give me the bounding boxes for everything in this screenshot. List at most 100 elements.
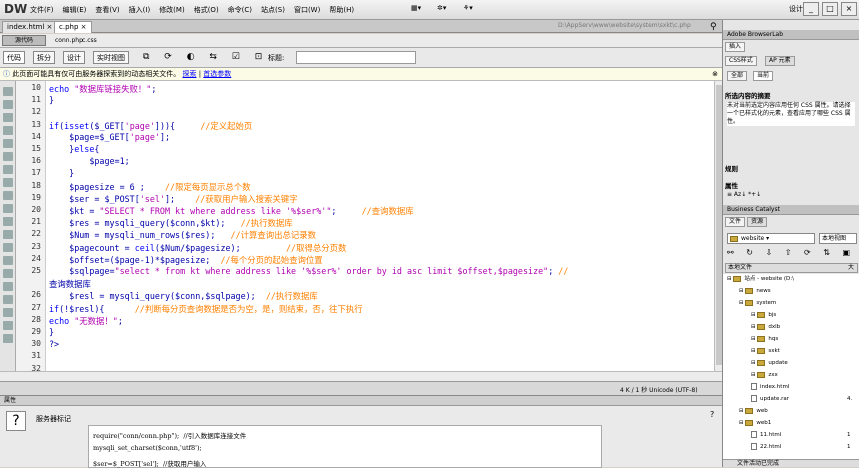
file-tree-item[interactable]: update.rar [751,394,789,404]
filter-icon[interactable]: ⚲ [710,22,717,32]
server-tag-code[interactable]: require("conn/conn.php"); //引入数据库连接文件 my… [88,425,602,468]
coding-tool-icon[interactable] [3,269,13,278]
minimize-button[interactable]: _ [803,2,819,16]
tab-index-html[interactable]: index.html × [2,21,58,33]
coding-tool-icon[interactable] [3,87,13,96]
site-icon[interactable]: ⚘▾ [463,4,473,12]
file-tree-item[interactable]: ⊟ news [739,286,771,296]
code-line[interactable]: $pagecount = ceil($Num/$pagesize); //取得总… [49,242,346,254]
help-circle-icon[interactable]: ? [710,410,714,419]
source-code-button[interactable]: 源代码 [2,35,46,46]
css-styles-tab[interactable]: CSS样式 [725,56,757,66]
discover-link[interactable]: 探索 [182,70,196,78]
file-tree-item[interactable]: ⊟ zxx [751,370,778,380]
split-view-button[interactable]: 拆分 [33,51,55,64]
code-view-button[interactable]: 代码 [3,51,25,64]
coding-tool-icon[interactable] [3,230,13,239]
code-line[interactable]: $offset=($page-1)*$pagesize; //每个分页的起始查询… [49,254,323,266]
close-icon[interactable]: ⊗ [712,68,718,80]
file-tree-item[interactable]: ⊟ web [739,406,768,416]
design-view-button[interactable]: 设计 [63,51,85,64]
layout-icon[interactable]: ▦▾ [411,4,421,12]
file-tree-item[interactable]: ⊟ hqs [751,334,778,344]
related-file-css[interactable]: c.css [82,37,97,44]
menu-item[interactable]: 文件(F) [30,5,54,15]
maximize-button[interactable]: □ [822,2,838,16]
coding-tool-icon[interactable] [3,152,13,161]
code-line[interactable]: 查询数据库 [49,278,91,290]
menu-item[interactable]: 格式(O) [194,5,219,15]
coding-tool-icon[interactable] [3,165,13,174]
toolbar-icons[interactable]: ⧉ ⟳ ◐ ⇆ ☑ ⊡ [143,52,268,62]
coding-tool-icon[interactable] [3,217,13,226]
menu-item[interactable]: 编辑(E) [63,5,87,15]
menu-item[interactable]: 插入(I) [129,5,151,15]
code-line[interactable]: $page=$_GET['page']; [49,132,170,142]
coding-tool-icon[interactable] [3,295,13,304]
browserlab-header[interactable]: Adobe BrowserLab [723,30,859,40]
code-line[interactable]: } [49,327,54,337]
view-select[interactable]: 本地视图 [819,233,857,244]
coding-tool-icon[interactable] [3,100,13,109]
file-tree-item[interactable]: ⊟ update [751,358,788,368]
coding-tool-icon[interactable] [3,113,13,122]
file-toolbar-icons[interactable]: ⚯ ↻ ⇩ ⇧ ⟳ ⇅ ▣ [727,248,855,257]
coding-tool-icon[interactable] [3,282,13,291]
code-line[interactable]: }else{ [49,144,99,154]
file-tree-item[interactable]: ⊟ system [739,298,776,308]
title-input[interactable] [296,51,416,64]
file-tree-item[interactable]: ⊟ 站点 - website (D:\ [727,274,794,284]
coding-tool-icon[interactable] [3,308,13,317]
code-line[interactable]: } [49,168,74,178]
code-line[interactable]: if(!$resl){ //判断每分页查询数据是否为空，是，则结束，否，往下执行 [49,303,363,315]
menu-item[interactable]: 修改(M) [159,5,185,15]
site-select[interactable]: website ▾ [727,233,815,244]
coding-tool-icon[interactable] [3,334,13,343]
code-line[interactable]: if(isset($_GET['page'])){ //定义起始页 [49,120,252,132]
coding-tool-icon[interactable] [3,204,13,213]
code-line[interactable]: $Num = mysqli_num_rows($res); //计算查询出总记录… [49,229,316,241]
file-tree-item[interactable]: 11.html [751,430,781,440]
help-icon[interactable]: ? [6,411,26,431]
coding-tool-icon[interactable] [3,321,13,330]
css-all-tab[interactable]: 全部 [727,71,748,81]
assets-tab[interactable]: 资源 [747,217,768,227]
horizontal-scrollbar[interactable] [0,371,722,381]
coding-tool-icon[interactable] [3,139,13,148]
files-tab[interactable]: 文件 [725,217,746,227]
coding-tool-icon[interactable] [3,256,13,265]
code-line[interactable]: $page=1; [49,156,129,166]
code-line[interactable]: } [49,95,54,105]
coding-tool-icon[interactable] [3,243,13,252]
preferences-link[interactable]: 首选参数 [203,70,231,78]
coding-tool-icon[interactable] [3,126,13,135]
file-tree-item[interactable]: ⊟ sxkt [751,346,780,356]
file-tree-item[interactable]: index.html [751,382,789,392]
code-line[interactable]: $sqlpage="select * from kt where address… [49,266,568,276]
code-line[interactable]: $kt = "SELECT * FROM kt where address li… [49,205,413,217]
ap-elements-tab[interactable]: AP 元素 [765,56,795,66]
gear-icon[interactable]: ✲▾ [437,4,446,12]
file-tree-item[interactable]: ⊟ dxlb [751,322,780,332]
menu-item[interactable]: 命令(C) [228,5,252,15]
business-catalyst-header[interactable]: Business Catalyst [723,205,859,215]
css-prop-icons[interactable]: ≡ Az↓ *+↓ [727,191,761,198]
code-line[interactable]: $ser = $_POST['sel']; //获取用户输入搜索关键字 [49,193,297,205]
vertical-scrollbar[interactable] [714,81,722,381]
insert-tab[interactable]: 插入 [725,42,746,52]
live-view-button[interactable]: 实时视图 [93,51,129,64]
file-tree-item[interactable]: ⊟ bjs [751,310,776,320]
file-tree-item[interactable]: ⊟ web1 [739,418,771,428]
menu-item[interactable]: 查看(V) [95,5,119,15]
code-line[interactable]: echo "无数据！"; [49,315,123,327]
code-editor[interactable]: echo "数据库链接失败！";} if(isset($_GET['page'])… [46,81,714,381]
close-button[interactable]: × [841,2,857,16]
coding-tool-icon[interactable] [3,178,13,187]
code-line[interactable]: ?> [49,339,59,349]
code-line[interactable]: $resl = mysqli_query($conn,$sqlpage); //… [49,290,318,302]
menu-item[interactable]: 帮助(H) [329,5,354,15]
file-tree-item[interactable]: 22.html [751,442,781,452]
related-file-conn[interactable]: conn.php [55,37,83,44]
code-line[interactable]: $pagesize = 6 ; //限定每页显示总个数 [49,181,250,193]
code-line[interactable]: echo "数据库链接失败！"; [49,83,156,95]
